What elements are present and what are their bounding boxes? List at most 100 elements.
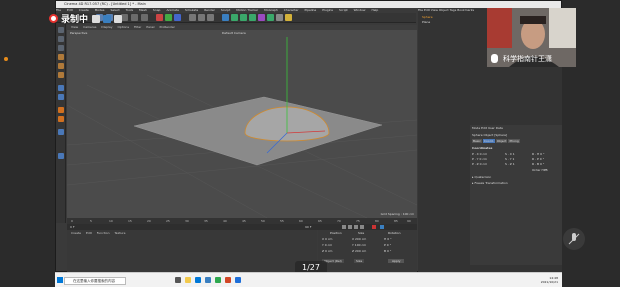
- om-menu-bookmarks[interactable]: Bookmarks: [457, 8, 474, 12]
- pen-icon[interactable]: [231, 14, 238, 21]
- record-dot-icon[interactable]: [49, 14, 58, 23]
- end-frame[interactable]: 90 F: [305, 225, 312, 229]
- y-axis-icon[interactable]: [165, 14, 172, 21]
- powerpoint-icon[interactable]: [225, 277, 231, 283]
- attr-px[interactable]: P . X 0 cm: [472, 152, 487, 156]
- attr-order[interactable]: Order HPB: [532, 168, 548, 172]
- model-mode-icon[interactable]: [58, 36, 64, 42]
- file-explorer-icon[interactable]: [185, 277, 191, 283]
- attr-quaternion[interactable]: ▸ Quaternion: [472, 175, 491, 179]
- environment-icon[interactable]: [267, 14, 274, 21]
- menu-script[interactable]: Script: [339, 8, 348, 12]
- autokey-icon[interactable]: [380, 225, 384, 229]
- menu-snap[interactable]: Snap: [153, 8, 161, 12]
- coord-pz[interactable]: Z 0 cm: [322, 249, 332, 253]
- render-icon[interactable]: [198, 14, 205, 21]
- enable-axis-icon[interactable]: [58, 85, 64, 91]
- om-menu-view[interactable]: View: [431, 8, 438, 12]
- menu-modes[interactable]: Modes: [95, 8, 105, 12]
- subdivision-icon[interactable]: [240, 14, 247, 21]
- attr-menu-mode[interactable]: Mode: [472, 126, 480, 130]
- play-icon[interactable]: [354, 225, 358, 229]
- apply-button[interactable]: Apply: [388, 259, 405, 263]
- recorder-app-icon[interactable]: [235, 277, 241, 283]
- snap-icon[interactable]: [58, 94, 64, 100]
- taskbar-search[interactable]: 在这里输入你要搜索的内容: [64, 277, 126, 285]
- texture-mode-icon[interactable]: [58, 45, 64, 51]
- attr-pz[interactable]: P . Z 0 cm: [472, 162, 487, 166]
- menu-animate[interactable]: Animate: [166, 8, 179, 12]
- coord-py[interactable]: Y 0 cm: [322, 243, 332, 247]
- x-axis-icon[interactable]: [156, 14, 163, 21]
- object-item-plane[interactable]: Plane: [422, 20, 430, 24]
- attr-menu-edit[interactable]: Edit: [481, 126, 487, 130]
- make-editable-icon[interactable]: [58, 27, 64, 33]
- coord-size-select[interactable]: Size: [354, 259, 365, 263]
- solo-icon[interactable]: [58, 129, 64, 135]
- edge-icon[interactable]: [195, 277, 201, 283]
- mat-menu-create[interactable]: Create: [71, 231, 81, 235]
- z-axis-icon[interactable]: [174, 14, 181, 21]
- menu-simulate[interactable]: Simulate: [185, 8, 198, 12]
- pause-icon[interactable]: [92, 14, 101, 23]
- menu-motion-tracker[interactable]: Motion Tracker: [236, 8, 258, 12]
- coord-sx[interactable]: X 200 cm: [352, 237, 366, 241]
- annotate-icon[interactable]: [103, 14, 112, 23]
- camera-icon[interactable]: [276, 14, 283, 21]
- menu-plugins[interactable]: Plugins: [322, 8, 333, 12]
- om-menu-object[interactable]: Object: [439, 8, 449, 12]
- viewport-solo-icon[interactable]: [58, 153, 64, 159]
- array-icon[interactable]: [249, 14, 256, 21]
- attr-rb[interactable]: R . B 0 °: [532, 162, 544, 166]
- coord-sz[interactable]: Z 200 cm: [352, 249, 366, 253]
- lock-workplane-icon[interactable]: [58, 116, 64, 122]
- tab-basic[interactable]: Basic: [472, 139, 482, 143]
- tab-object[interactable]: Object: [495, 139, 508, 143]
- rotate-tool-icon[interactable]: [141, 14, 148, 21]
- record-key-icon[interactable]: [372, 225, 376, 229]
- tab-coord[interactable]: Coord.: [482, 139, 495, 143]
- coord-px[interactable]: X 0 cm: [322, 237, 332, 241]
- coord-rp[interactable]: P 0 °: [384, 243, 391, 247]
- menu-pipeline[interactable]: Pipeline: [305, 8, 317, 12]
- om-menu-edit[interactable]: Edit: [424, 8, 430, 12]
- go-to-start-icon[interactable]: [342, 225, 346, 229]
- mat-menu-edit[interactable]: Edit: [86, 231, 92, 235]
- stop-icon[interactable]: [114, 14, 123, 23]
- task-view-icon[interactable]: [175, 277, 181, 283]
- menu-help[interactable]: Help: [371, 8, 378, 12]
- attr-rp[interactable]: R . P 0 °: [532, 157, 544, 161]
- polygons-mode-icon[interactable]: [58, 72, 64, 78]
- attr-rh[interactable]: R . H 0 °: [532, 152, 545, 156]
- attr-sy[interactable]: S . Y 1: [505, 157, 514, 161]
- deformer-icon[interactable]: [258, 14, 265, 21]
- step-forward-icon[interactable]: [360, 225, 364, 229]
- render-view-icon[interactable]: [189, 14, 196, 21]
- mat-menu-function[interactable]: Function: [97, 231, 110, 235]
- om-menu-tags[interactable]: Tags: [450, 8, 457, 12]
- coord-sy[interactable]: Y 100 cm: [352, 243, 366, 247]
- menu-sculpt[interactable]: Sculpt: [221, 8, 230, 12]
- menu-select[interactable]: Select: [110, 8, 119, 12]
- timeline[interactable]: 0 5 10 15 20 25 30 35 40 45 50 55 60 65 …: [67, 218, 417, 230]
- render-settings-icon[interactable]: [207, 14, 214, 21]
- menu-character[interactable]: Character: [284, 8, 299, 12]
- tab-phong[interactable]: Phong: [508, 139, 520, 143]
- mute-button[interactable]: [563, 228, 585, 250]
- attr-sz[interactable]: S . Z 1: [505, 162, 515, 166]
- menu-mograph[interactable]: MoGraph: [264, 8, 278, 12]
- points-mode-icon[interactable]: [58, 54, 64, 60]
- menu-tools[interactable]: Tools: [126, 8, 133, 12]
- step-back-icon[interactable]: [348, 225, 352, 229]
- object-item-sphere[interactable]: Sphere: [422, 15, 433, 19]
- menu-window[interactable]: Window: [354, 8, 366, 12]
- coord-rh[interactable]: H 0 °: [384, 237, 392, 241]
- light-icon[interactable]: [285, 14, 292, 21]
- edges-mode-icon[interactable]: [58, 63, 64, 69]
- menu-mesh[interactable]: Mesh: [139, 8, 147, 12]
- mat-menu-texture[interactable]: Texture: [114, 231, 125, 235]
- scale-tool-icon[interactable]: [131, 14, 138, 21]
- attr-freeze[interactable]: ▸ Freeze Transformation: [472, 181, 508, 185]
- menu-render[interactable]: Render: [204, 8, 215, 12]
- workplane-icon[interactable]: [58, 107, 64, 113]
